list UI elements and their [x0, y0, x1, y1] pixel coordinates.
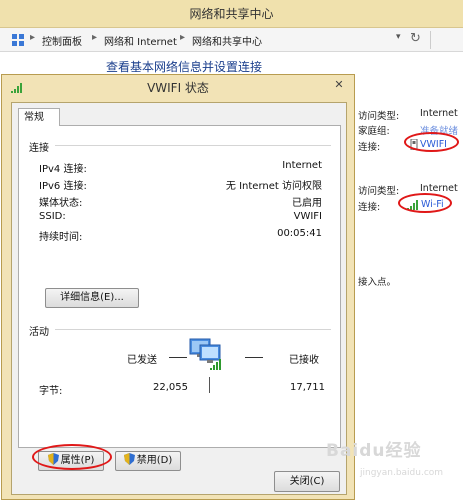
annotation-ring: [398, 193, 452, 213]
dialog-body: 常规 连接 IPv4 连接: Internet IPv6 连接: 无 Inter…: [11, 102, 347, 495]
breadcrumb-control-panel[interactable]: 控制面板: [42, 33, 82, 48]
details-button[interactable]: 详细信息(E)...: [45, 288, 139, 308]
bytes-sent-value: 22,055: [153, 382, 188, 393]
ipv6-value: 无 Internet 访问权限: [225, 181, 322, 192]
duration-value: 00:05:41: [277, 228, 322, 239]
disable-button[interactable]: 禁用(D): [115, 451, 181, 471]
status-dialog: VWIFI 状态 ✕ 常规 连接 IPv4 连接: Internet IPv6 …: [1, 74, 355, 500]
refresh-icon[interactable]: ↻: [410, 31, 421, 46]
annotation-ring: [404, 132, 459, 152]
bytes-label: 字节:: [39, 386, 63, 397]
close-icon[interactable]: ✕: [324, 75, 354, 95]
breadcrumb-separator: ▸: [180, 32, 186, 43]
address-bar[interactable]: ▸ 控制面板 ▸ 网络和 Internet ▸ 网络和共享中心 ▾ ↻: [0, 28, 463, 52]
disable-label: 禁用(D): [136, 455, 173, 466]
page-heading: 查看基本网络信息并设置连接: [106, 60, 263, 74]
flow-line: [245, 357, 263, 358]
media-state-label: 媒体状态:: [39, 198, 83, 209]
activity-divider: [209, 377, 210, 393]
received-label: 已接收: [289, 355, 319, 366]
bytes-received-value: 17,711: [290, 382, 325, 393]
group-divider: [55, 329, 331, 330]
homegroup-label: 家庭组:: [358, 126, 390, 137]
chevron-down-icon[interactable]: ▾: [396, 32, 401, 42]
breadcrumb-network-internet[interactable]: 网络和 Internet: [104, 33, 177, 48]
tab-panel: 连接 IPv4 连接: Internet IPv6 连接: 无 Internet…: [18, 125, 341, 448]
control-panel-icon: [12, 34, 24, 46]
breadcrumb-separator: ▸: [30, 32, 36, 43]
access-type-label: 访问类型:: [358, 186, 400, 197]
baidu-watermark: Baidu经验: [326, 441, 422, 461]
search-input[interactable]: [430, 31, 463, 49]
media-state-value: 已启用: [292, 198, 322, 209]
connection-label: 连接:: [358, 202, 381, 213]
wifi-signal-icon: [11, 83, 22, 93]
annotation-ring: [32, 444, 112, 470]
ssid-value: VWIFI: [293, 211, 322, 222]
dialog-title: VWIFI 状态: [147, 81, 209, 95]
baidu-watermark-url: jingyan.baidu.com: [360, 468, 444, 478]
shield-icon: [123, 453, 135, 465]
connection-group-heading: 连接: [29, 143, 49, 154]
access-type-value: Internet: [420, 108, 458, 119]
ipv4-label: IPv4 连接:: [39, 164, 87, 175]
ipv6-label: IPv6 连接:: [39, 181, 87, 192]
network-activity-icon: [189, 338, 221, 370]
ssid-label: SSID:: [39, 211, 66, 222]
partial-text: 接入点。: [358, 277, 397, 288]
window-title: 网络和共享中心: [0, 0, 463, 28]
access-type-label: 访问类型:: [358, 111, 400, 122]
breadcrumb-separator: ▸: [92, 32, 98, 43]
close-button[interactable]: 关闭(C): [274, 471, 340, 492]
tab-general[interactable]: 常规: [18, 108, 60, 126]
activity-group-heading: 活动: [29, 327, 49, 338]
sent-label: 已发送: [127, 355, 157, 366]
flow-line: [169, 357, 187, 358]
group-divider: [55, 145, 331, 146]
breadcrumb-sharing-center[interactable]: 网络和共享中心: [192, 33, 262, 48]
duration-label: 持续时间:: [39, 232, 83, 243]
connection-label: 连接:: [358, 142, 381, 153]
ipv4-value: Internet: [282, 160, 322, 171]
